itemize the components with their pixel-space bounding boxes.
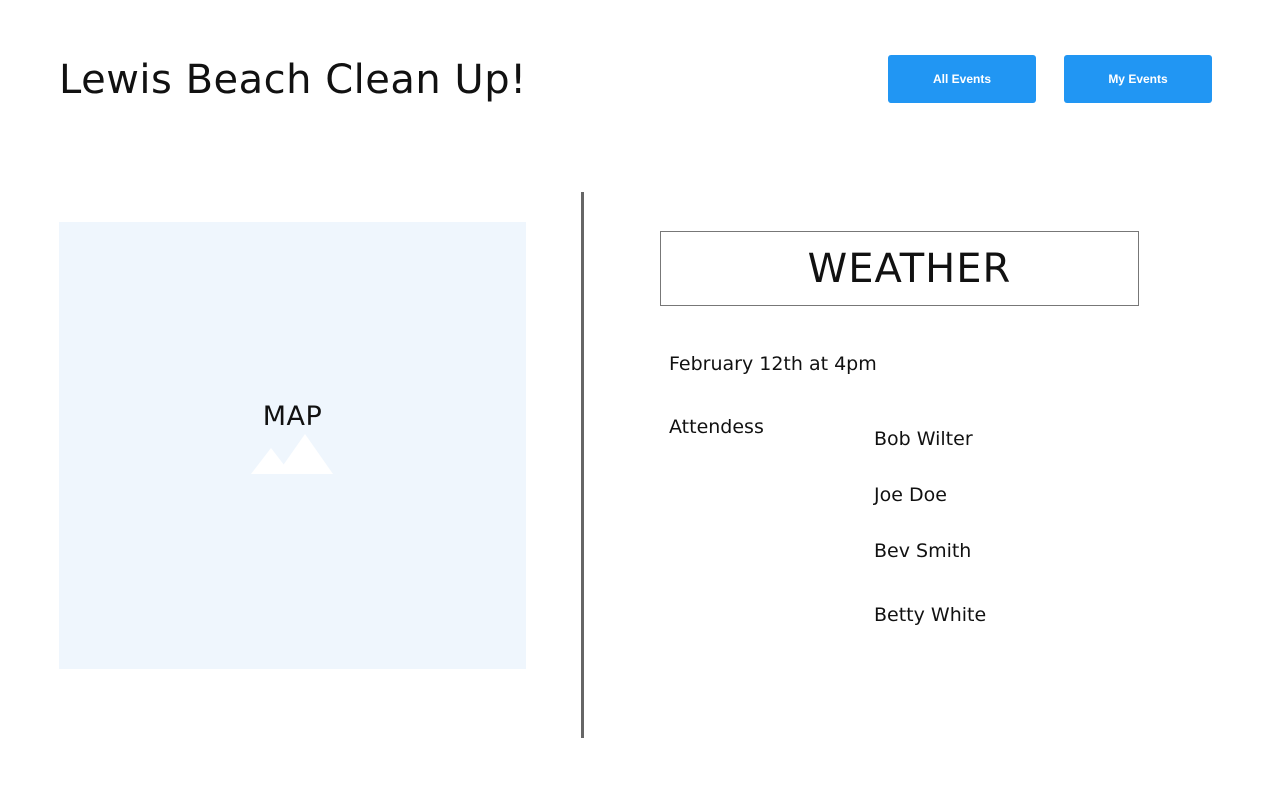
weather-label: WEATHER <box>807 245 1012 292</box>
page-title: Lewis Beach Clean Up! <box>59 57 527 103</box>
attendee-item: Betty White <box>874 604 987 626</box>
map-placeholder[interactable]: MAP <box>59 222 526 669</box>
attendee-item: Bob Wilter <box>874 428 973 450</box>
all-events-button[interactable]: All Events <box>888 55 1036 103</box>
map-label: MAP <box>262 401 323 432</box>
event-detail-page: Lewis Beach Clean Up! All Events My Even… <box>0 0 1280 800</box>
attendee-item: Bev Smith <box>874 540 972 562</box>
attendees-label: Attendess <box>669 416 764 438</box>
attendee-item: Joe Doe <box>874 484 947 506</box>
my-events-button[interactable]: My Events <box>1064 55 1212 103</box>
image-placeholder-icon <box>251 434 333 474</box>
event-date: February 12th at 4pm <box>669 353 877 375</box>
vertical-divider <box>581 192 584 738</box>
weather-panel: WEATHER <box>660 231 1139 306</box>
